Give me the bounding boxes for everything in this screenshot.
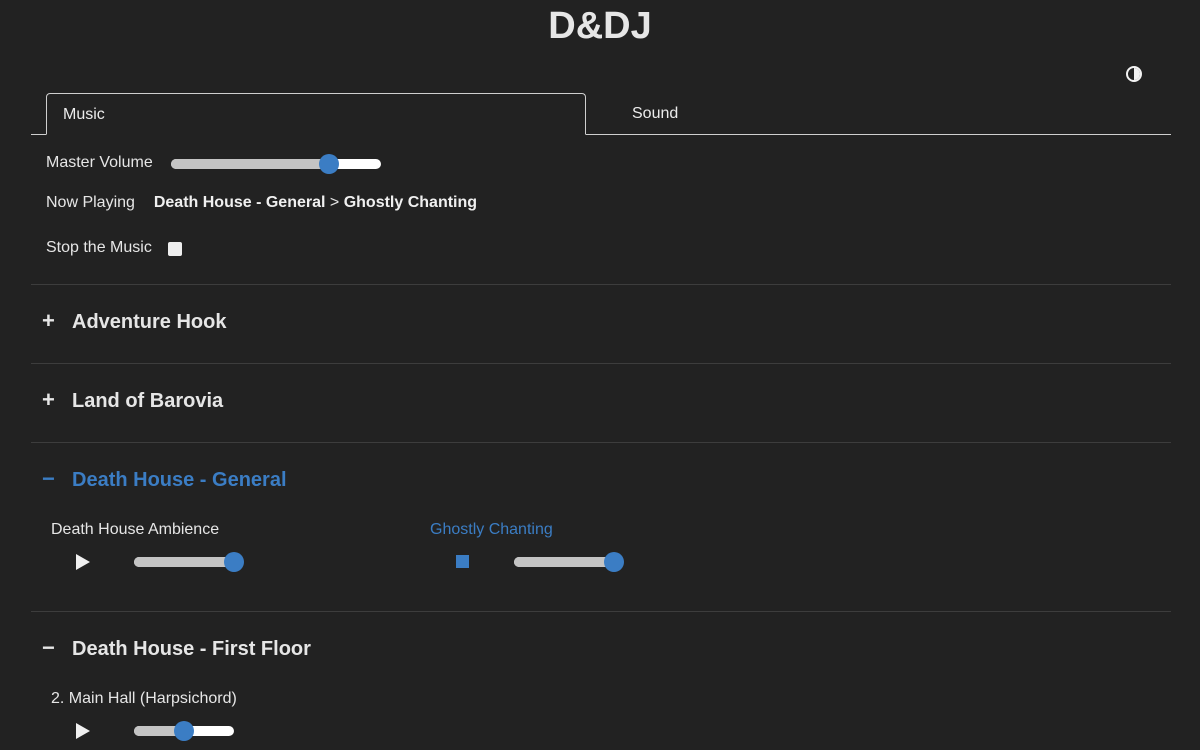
divider — [31, 363, 1171, 364]
contrast-icon[interactable] — [1126, 66, 1142, 82]
track-volume-slider[interactable] — [134, 721, 234, 741]
divider — [31, 284, 1171, 285]
expand-icon: + — [42, 308, 55, 333]
slider-thumb[interactable] — [604, 552, 624, 572]
slider-thumb[interactable] — [318, 154, 339, 174]
stop-icon[interactable] — [456, 555, 469, 568]
divider — [31, 442, 1171, 443]
play-icon[interactable] — [75, 722, 91, 740]
section-title: Death House - First Floor — [72, 638, 311, 660]
collapse-icon: − — [42, 635, 55, 660]
section-title: Adventure Hook — [72, 311, 227, 333]
master-volume-slider[interactable] — [171, 154, 381, 174]
stop-music-label: Stop the Music — [46, 239, 152, 256]
tab-music[interactable]: Music — [46, 93, 586, 135]
section-header-death-house-general[interactable]: − Death House - General — [42, 464, 287, 494]
track-volume-slider[interactable] — [514, 552, 624, 572]
now-playing-label: Now Playing — [46, 194, 135, 211]
section-title: Death House - General — [72, 469, 287, 491]
app-title: D&DJ — [548, 5, 652, 47]
master-volume-label: Master Volume — [46, 154, 153, 171]
now-playing-group: Death House - General — [153, 194, 326, 211]
expand-icon: + — [42, 387, 55, 412]
slider-thumb[interactable] — [224, 552, 244, 572]
section-title: Land of Barovia — [72, 390, 224, 412]
track-title-ghostly-chanting[interactable]: Ghostly Chanting — [430, 521, 553, 539]
now-playing-separator: > — [329, 194, 340, 211]
play-icon[interactable] — [75, 553, 91, 571]
tab-sound[interactable]: Sound — [632, 93, 832, 135]
section-header-adventure-hook[interactable]: + Adventure Hook — [42, 306, 226, 336]
stop-music-checkbox[interactable] — [168, 242, 182, 256]
tab-bar: Music Sound — [31, 93, 1171, 135]
now-playing: Now Playing Death House - General > Ghos… — [46, 194, 477, 212]
now-playing-track: Ghostly Chanting — [343, 194, 478, 211]
section-header-death-house-first-floor[interactable]: − Death House - First Floor — [42, 633, 311, 663]
slider-thumb[interactable] — [174, 721, 194, 741]
track-volume-slider[interactable] — [134, 552, 244, 572]
track-title-main-hall: 2. Main Hall (Harpsichord) — [51, 690, 237, 707]
section-header-land-of-barovia[interactable]: + Land of Barovia — [42, 385, 223, 415]
divider — [31, 611, 1171, 612]
collapse-icon: − — [42, 466, 55, 491]
track-title-death-house-ambience: Death House Ambience — [51, 521, 220, 538]
